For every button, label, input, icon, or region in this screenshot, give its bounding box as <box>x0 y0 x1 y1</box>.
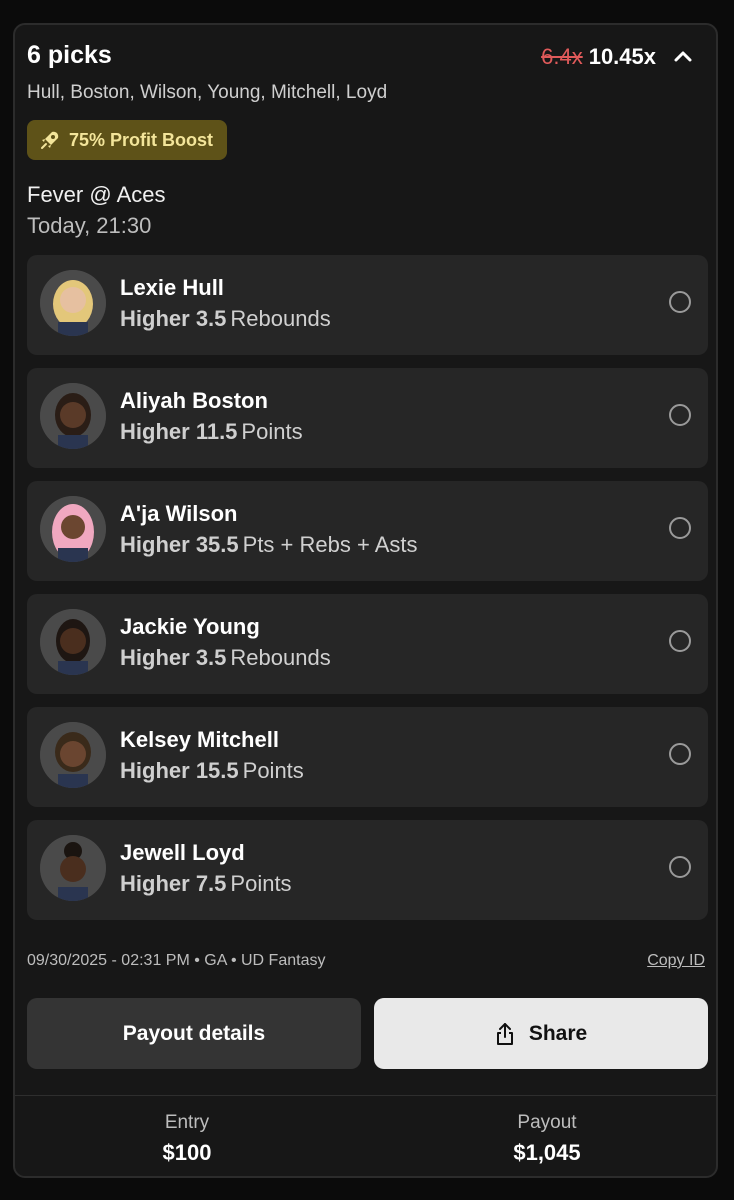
footer-divider <box>15 1095 716 1096</box>
pick-line: Higher 3.5 Rebounds <box>120 645 331 671</box>
player-avatar <box>40 609 106 675</box>
totals-bar: Entry $100 Payout $1,045 <box>15 1112 716 1172</box>
pick-line: Higher 11.5 Points <box>120 419 303 445</box>
pick-value: 3.5 <box>195 306 227 331</box>
pick-line: Higher 3.5 Rebounds <box>120 306 331 332</box>
share-label: Share <box>528 1021 588 1045</box>
payout-value: $1,045 <box>513 1140 581 1165</box>
profit-boost-badge: 75% Profit Boost <box>27 120 228 160</box>
player-avatar <box>40 383 106 449</box>
game-time: Today, 21:30 <box>27 213 152 238</box>
pick-status-icon <box>669 517 691 539</box>
pick-row[interactable]: Kelsey Mitchell Higher 15.5 Points <box>27 707 708 807</box>
pick-row[interactable]: Aliyah Boston Higher 11.5 Points <box>27 368 708 468</box>
player-name: Jewell Loyd <box>120 840 245 865</box>
pick-direction: Higher <box>120 871 190 896</box>
pick-row[interactable]: A'ja Wilson Higher 35.5 Pts + Rebs + Asts <box>27 481 708 581</box>
pick-direction: Higher <box>120 532 190 557</box>
pick-direction: Higher <box>120 645 190 670</box>
entry-card: 6 picks 6.4x 10.45x Hull, Boston, Wilson,… <box>13 23 718 1178</box>
player-name: Aliyah Boston <box>120 388 268 413</box>
payout-details-button[interactable]: Payout details <box>27 998 361 1069</box>
entry-total: Entry $100 <box>17 1112 357 1166</box>
pick-row[interactable]: Lexie Hull Higher 3.5 Rebounds <box>27 255 708 355</box>
pick-value: 11.5 <box>195 419 238 444</box>
player-name: Lexie Hull <box>120 275 224 300</box>
picks-count-title: 6 picks <box>27 41 112 69</box>
pick-line: Higher 15.5 Points <box>120 758 304 784</box>
pick-stat: Pts + Rebs + Asts <box>242 532 418 557</box>
old-multiplier: 6.4x <box>541 44 583 69</box>
player-avatar <box>40 835 106 901</box>
payout-details-label: Payout details <box>122 1021 266 1045</box>
player-name: A'ja Wilson <box>120 501 238 526</box>
entry-meta: 09/30/2025 - 02:31 PM • GA • UD Fantasy <box>27 952 326 969</box>
share-icon <box>496 1022 513 1045</box>
pick-row[interactable]: Jackie Young Higher 3.5 Rebounds <box>27 594 708 694</box>
pick-direction: Higher <box>120 758 190 783</box>
copy-id-link[interactable]: Copy ID <box>647 952 705 970</box>
pick-value: 7.5 <box>195 871 227 896</box>
player-avatar <box>40 496 106 562</box>
pick-line: Higher 35.5 Pts + Rebs + Asts <box>120 532 418 558</box>
pick-value: 35.5 <box>195 532 239 557</box>
share-button[interactable]: Share <box>374 998 708 1069</box>
new-multiplier: 10.45x <box>588 44 656 69</box>
profit-boost-label: 75% Profit Boost <box>69 129 214 150</box>
entry-value: $100 <box>162 1140 212 1165</box>
pick-stat: Points <box>241 419 303 444</box>
player-avatar <box>40 722 106 788</box>
entry-label: Entry <box>164 1112 210 1133</box>
payout-total: Payout $1,045 <box>377 1112 717 1166</box>
pick-value: 15.5 <box>195 758 239 783</box>
pick-direction: Higher <box>120 419 190 444</box>
collapse-button[interactable] <box>668 41 698 71</box>
pick-status-icon <box>669 856 691 878</box>
payout-label: Payout <box>517 1112 577 1133</box>
chevron-up-icon <box>674 51 692 62</box>
player-avatar <box>40 270 106 336</box>
player-name: Jackie Young <box>120 614 260 639</box>
pick-stat: Rebounds <box>230 645 331 670</box>
pick-status-icon <box>669 404 691 426</box>
pick-status-icon <box>669 743 691 765</box>
multiplier-display: 6.4x 10.45x <box>541 44 656 70</box>
rocket-icon <box>41 131 59 149</box>
pick-direction: Higher <box>120 306 190 331</box>
entry-header: 6 picks 6.4x 10.45x <box>27 41 704 73</box>
pick-line: Higher 7.5 Points <box>120 871 292 897</box>
pick-stat: Rebounds <box>230 306 331 331</box>
pick-status-icon <box>669 630 691 652</box>
player-name: Kelsey Mitchell <box>120 727 279 752</box>
pick-stat: Points <box>242 758 304 783</box>
pick-value: 3.5 <box>195 645 227 670</box>
picks-list: Lexie Hull Higher 3.5 Rebounds Aliyah Bos… <box>27 255 708 933</box>
game-matchup: Fever @ Aces <box>27 182 166 207</box>
player-names-summary: Hull, Boston, Wilson, Young, Mitchell, L… <box>27 82 388 103</box>
pick-status-icon <box>669 291 691 313</box>
pick-stat: Points <box>230 871 292 896</box>
pick-row[interactable]: Jewell Loyd Higher 7.5 Points <box>27 820 708 920</box>
